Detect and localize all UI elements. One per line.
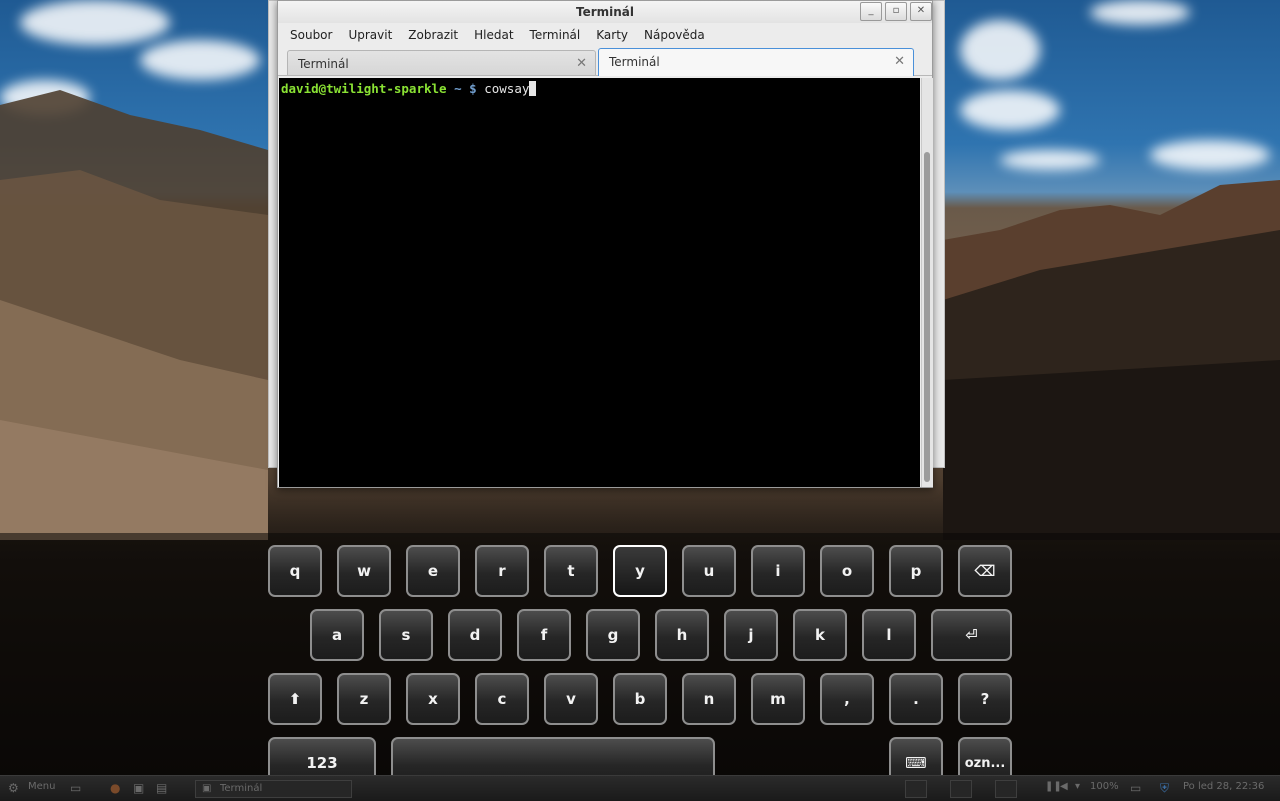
key-y[interactable]: y: [613, 545, 667, 597]
scrollbar-thumb[interactable]: [924, 152, 930, 482]
key-u[interactable]: u: [682, 545, 736, 597]
key-z[interactable]: z: [337, 673, 391, 725]
prompt-path: ~ $: [454, 81, 477, 96]
key-question[interactable]: ?: [958, 673, 1012, 725]
workspace-3[interactable]: [995, 780, 1017, 798]
key-w[interactable]: w: [337, 545, 391, 597]
shield-icon[interactable]: ⛨: [1160, 781, 1169, 796]
terminal-icon: ▣: [202, 783, 212, 794]
network-icon[interactable]: ▾: [1075, 781, 1080, 792]
tab-terminal-1[interactable]: Terminál ✕: [287, 50, 596, 75]
menu-terminal[interactable]: Terminál: [522, 28, 589, 42]
key-i[interactable]: i: [751, 545, 805, 597]
menu-bar: Soubor Upravit Zobrazit Hledat Terminál …: [278, 23, 932, 47]
command-text: cowsay: [484, 81, 530, 96]
workspace-2[interactable]: [950, 780, 972, 798]
tab-bar: Terminál ✕ Terminál ✕: [278, 47, 932, 76]
key-q[interactable]: q: [268, 545, 322, 597]
key-o[interactable]: o: [820, 545, 874, 597]
key-v[interactable]: v: [544, 673, 598, 725]
tab-close-icon[interactable]: ✕: [894, 54, 905, 69]
menu-soubor[interactable]: Soubor: [282, 28, 340, 42]
key-t[interactable]: t: [544, 545, 598, 597]
key-comma[interactable]: ,: [820, 673, 874, 725]
menu-napoveda[interactable]: Nápověda: [636, 28, 713, 42]
key-j[interactable]: j: [724, 609, 778, 661]
title-bar[interactable]: Terminál _ ▫ ✕: [278, 1, 932, 23]
key-enter[interactable]: ⏎: [931, 609, 1012, 661]
menu-karty[interactable]: Karty: [588, 28, 636, 42]
key-a[interactable]: a: [310, 609, 364, 661]
volume-icon[interactable]: ◀: [1060, 781, 1068, 792]
prompt-line: david@twilight-sparkle ~ $ cowsay: [281, 81, 537, 96]
workspace-1[interactable]: [905, 780, 927, 798]
tab-close-icon[interactable]: ✕: [576, 56, 587, 71]
key-k[interactable]: k: [793, 609, 847, 661]
key-d[interactable]: d: [448, 609, 502, 661]
terminal-window[interactable]: Terminál _ ▫ ✕ Soubor Upravit Zobrazit H…: [277, 0, 933, 488]
key-f[interactable]: f: [517, 609, 571, 661]
maximize-button[interactable]: ▫: [885, 2, 907, 21]
tab-label: Terminál: [609, 55, 660, 69]
menu-zobrazit[interactable]: Zobrazit: [400, 28, 466, 42]
key-r[interactable]: r: [475, 545, 529, 597]
key-g[interactable]: g: [586, 609, 640, 661]
taskbar-terminal-label: Terminál: [220, 783, 263, 794]
key-period[interactable]: .: [889, 673, 943, 725]
editor-launcher-icon[interactable]: ▤: [156, 781, 167, 795]
menu-upravit[interactable]: Upravit: [340, 28, 400, 42]
key-l[interactable]: l: [862, 609, 916, 661]
key-shift[interactable]: ⬆: [268, 673, 322, 725]
terminal-launcher-icon[interactable]: ▣: [133, 781, 144, 795]
folder-icon[interactable]: ▭: [70, 781, 81, 795]
key-c[interactable]: c: [475, 673, 529, 725]
key-n[interactable]: n: [682, 673, 736, 725]
key-p[interactable]: p: [889, 545, 943, 597]
firefox-icon[interactable]: ●: [110, 781, 120, 795]
gear-icon[interactable]: ⚙: [8, 781, 19, 795]
key-e[interactable]: e: [406, 545, 460, 597]
terminal-output[interactable]: david@twilight-sparkle ~ $ cowsay: [279, 78, 920, 487]
close-button[interactable]: ✕: [910, 2, 932, 21]
scrollbar[interactable]: [921, 78, 933, 487]
key-backspace[interactable]: ⌫: [958, 545, 1012, 597]
window-title: Terminál: [575, 5, 635, 19]
text-cursor: [529, 81, 537, 96]
key-x[interactable]: x: [406, 673, 460, 725]
zoom-level: 100%: [1090, 781, 1119, 792]
tab-label: Terminál: [298, 57, 349, 71]
menu-hledat[interactable]: Hledat: [466, 28, 521, 42]
display-icon[interactable]: ▭: [1130, 781, 1141, 795]
minimize-button[interactable]: _: [860, 2, 882, 21]
key-s[interactable]: s: [379, 609, 433, 661]
bottom-panel: ⚙ Menu ▭ ● ▣ ▤ ▣ Terminál ❚❚ ◀ ▾ 100% ▭ …: [0, 775, 1280, 801]
key-b[interactable]: b: [613, 673, 667, 725]
menu-button[interactable]: Menu: [28, 781, 55, 792]
key-h[interactable]: h: [655, 609, 709, 661]
tab-terminal-2[interactable]: Terminál ✕: [598, 48, 914, 76]
taskbar-terminal[interactable]: ▣ Terminál: [195, 780, 352, 798]
key-m[interactable]: m: [751, 673, 805, 725]
prompt-user-host: david@twilight-sparkle: [281, 81, 447, 96]
clock[interactable]: Po led 28, 22:36: [1183, 781, 1264, 792]
